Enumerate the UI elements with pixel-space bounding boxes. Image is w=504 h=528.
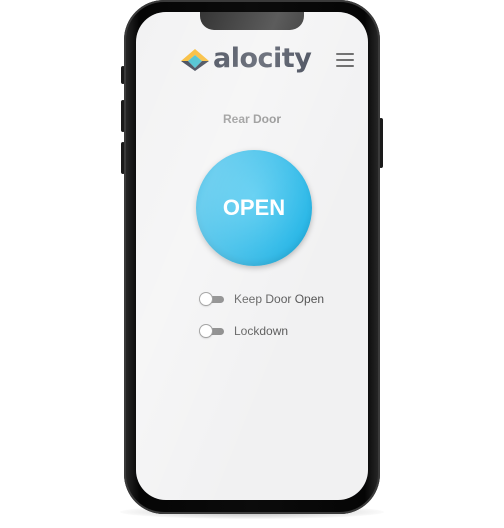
alocity-logo-icon [181, 49, 209, 71]
phone-notch [200, 12, 304, 30]
brand-logo: alocity [180, 43, 312, 74]
open-door-label: OPEN [222, 195, 286, 220]
keep-door-open-label: Keep Door Open [234, 292, 325, 306]
lockdown-toggle[interactable]: Lockdown [200, 324, 288, 338]
toggle-switch-icon[interactable] [200, 325, 224, 337]
lockdown-label: Lockdown [234, 324, 289, 338]
door-name: Rear Door [222, 112, 281, 126]
open-door-button[interactable]: OPEN [196, 150, 312, 266]
brand-name: alocity [213, 43, 312, 74]
toggle-switch-icon[interactable] [200, 293, 224, 305]
keep-door-open-toggle[interactable]: Keep Door Open [200, 292, 324, 306]
hamburger-menu-icon[interactable] [336, 53, 354, 67]
device-mockup: alocity Rear Door OPEN Keep Door Open Lo… [0, 0, 504, 528]
